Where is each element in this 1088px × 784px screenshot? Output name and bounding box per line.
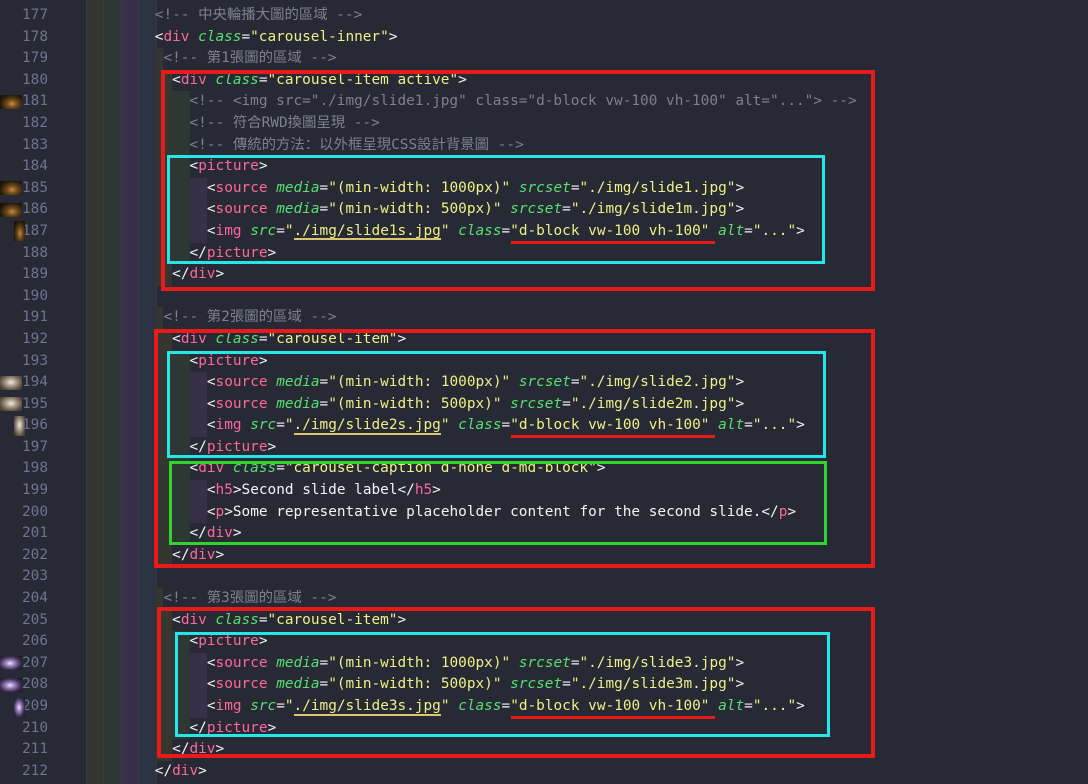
gutter-image-thumbnail — [0, 203, 22, 217]
line-number: 178 — [0, 27, 48, 49]
line-number: 211 — [0, 739, 48, 761]
code-editor-surface[interactable]: 177 <!-- 中央輪播大圖的區域 --> 178 <div class="caro… — [0, 0, 1088, 784]
code-line[interactable]: 179 <!-- 第1張圖的區域 --> — [0, 48, 1088, 70]
line-number: 182 — [0, 113, 48, 135]
line-number: 183 — [0, 135, 48, 157]
line-number: 210 — [0, 718, 48, 740]
code-line[interactable]: 212 </div> — [0, 761, 1088, 783]
line-number: 204 — [0, 588, 48, 610]
gutter-image-thumbnail — [14, 416, 25, 436]
slide2-picture-box-annotation — [167, 351, 826, 458]
line-number: 198 — [0, 458, 48, 480]
code-text: </div> — [155, 761, 207, 783]
gutter-image-thumbnail — [0, 95, 22, 109]
line-number: 191 — [0, 307, 48, 329]
gutter-image-thumbnail — [0, 181, 22, 195]
line-number: 190 — [0, 286, 48, 308]
indent-tint — [156, 307, 164, 329]
line-number: 199 — [0, 480, 48, 502]
line-number: 201 — [0, 523, 48, 545]
indent-tint — [156, 48, 164, 70]
line-number: 200 — [0, 502, 48, 524]
line-number: 188 — [0, 243, 48, 265]
gutter-image-thumbnail — [14, 697, 25, 717]
code-text: <!-- 中央輪播大圖的區域 --> — [155, 5, 363, 27]
line-number: 205 — [0, 610, 48, 632]
code-line[interactable]: 203 — [0, 566, 1088, 588]
slide2-caption-box-annotation — [169, 461, 827, 545]
slide1-picture-box-annotation — [167, 155, 825, 264]
line-number: 177 — [0, 5, 48, 27]
line-number: 184 — [0, 156, 48, 178]
line-number: 179 — [0, 48, 48, 70]
line-number: 202 — [0, 545, 48, 567]
gutter-image-thumbnail — [0, 656, 22, 670]
code-line[interactable]: 191 <!-- 第2張圖的區域 --> — [0, 307, 1088, 329]
line-number: 193 — [0, 351, 48, 373]
code-line[interactable]: 177 <!-- 中央輪播大圖的區域 --> — [0, 5, 1088, 27]
line-number: 192 — [0, 329, 48, 351]
code-text: <div class="carousel-inner"> — [155, 27, 398, 49]
gutter-image-thumbnail — [0, 678, 22, 692]
gutter-image-thumbnail — [14, 221, 25, 241]
gutter-image-thumbnail — [0, 376, 22, 390]
line-number: 212 — [0, 761, 48, 783]
line-number: 189 — [0, 264, 48, 286]
line-number: 203 — [0, 566, 48, 588]
gutter-image-thumbnail — [0, 397, 22, 411]
code-line[interactable]: 178 <div class="carousel-inner"> — [0, 27, 1088, 49]
line-number: 206 — [0, 631, 48, 653]
line-number: 180 — [0, 70, 48, 92]
code-text: <!-- 第1張圖的區域 --> — [163, 48, 336, 70]
line-number: 197 — [0, 437, 48, 459]
slide3-picture-box-annotation — [175, 632, 830, 737]
code-text: <!-- 第2張圖的區域 --> — [163, 307, 336, 329]
